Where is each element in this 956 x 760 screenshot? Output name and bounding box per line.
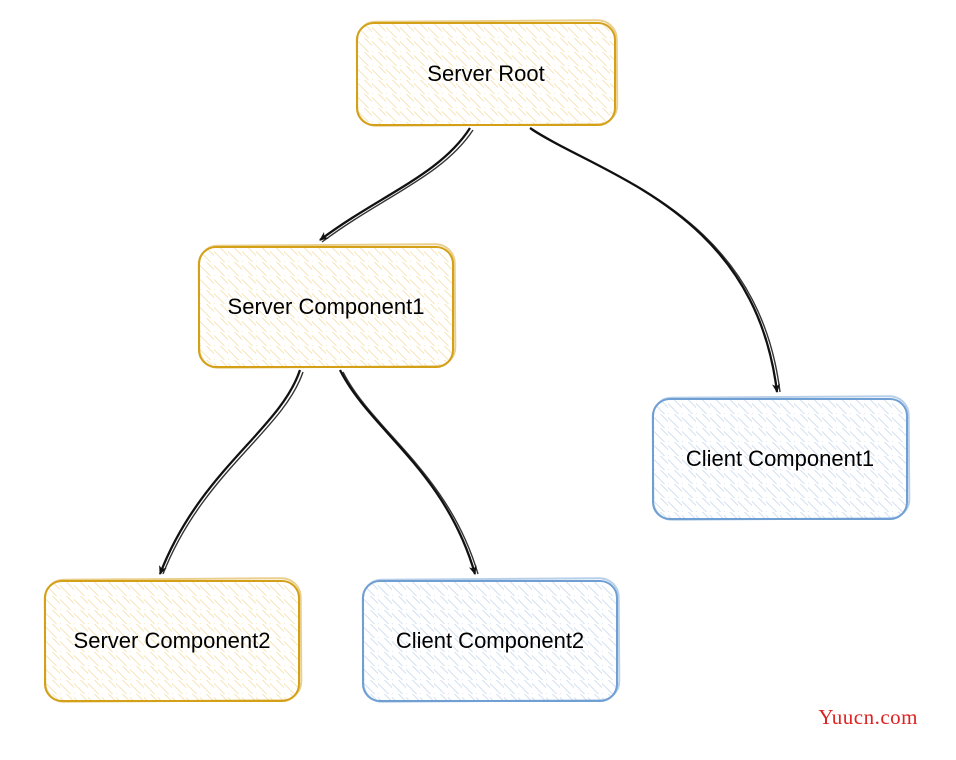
node-client-component1: Client Component1: [652, 398, 908, 520]
edge-root-cc1: [530, 128, 780, 392]
node-server-root: Server Root: [356, 22, 616, 126]
node-server-component1: Server Component1: [198, 246, 454, 368]
node-label: Server Component1: [228, 294, 425, 320]
watermark-text: Yuucn.com: [818, 705, 918, 730]
edge-sc1-sc2: [160, 370, 303, 574]
node-label: Server Root: [427, 61, 544, 87]
edge-root-sc1: [320, 128, 473, 242]
node-label: Client Component2: [396, 628, 584, 654]
node-label: Client Component1: [686, 446, 874, 472]
component-tree-diagram: Server Root Server Component1 Client Com…: [0, 0, 956, 760]
node-server-component2: Server Component2: [44, 580, 300, 702]
node-label: Server Component2: [74, 628, 271, 654]
node-client-component2: Client Component2: [362, 580, 618, 702]
edge-sc1-cc2: [340, 370, 478, 574]
